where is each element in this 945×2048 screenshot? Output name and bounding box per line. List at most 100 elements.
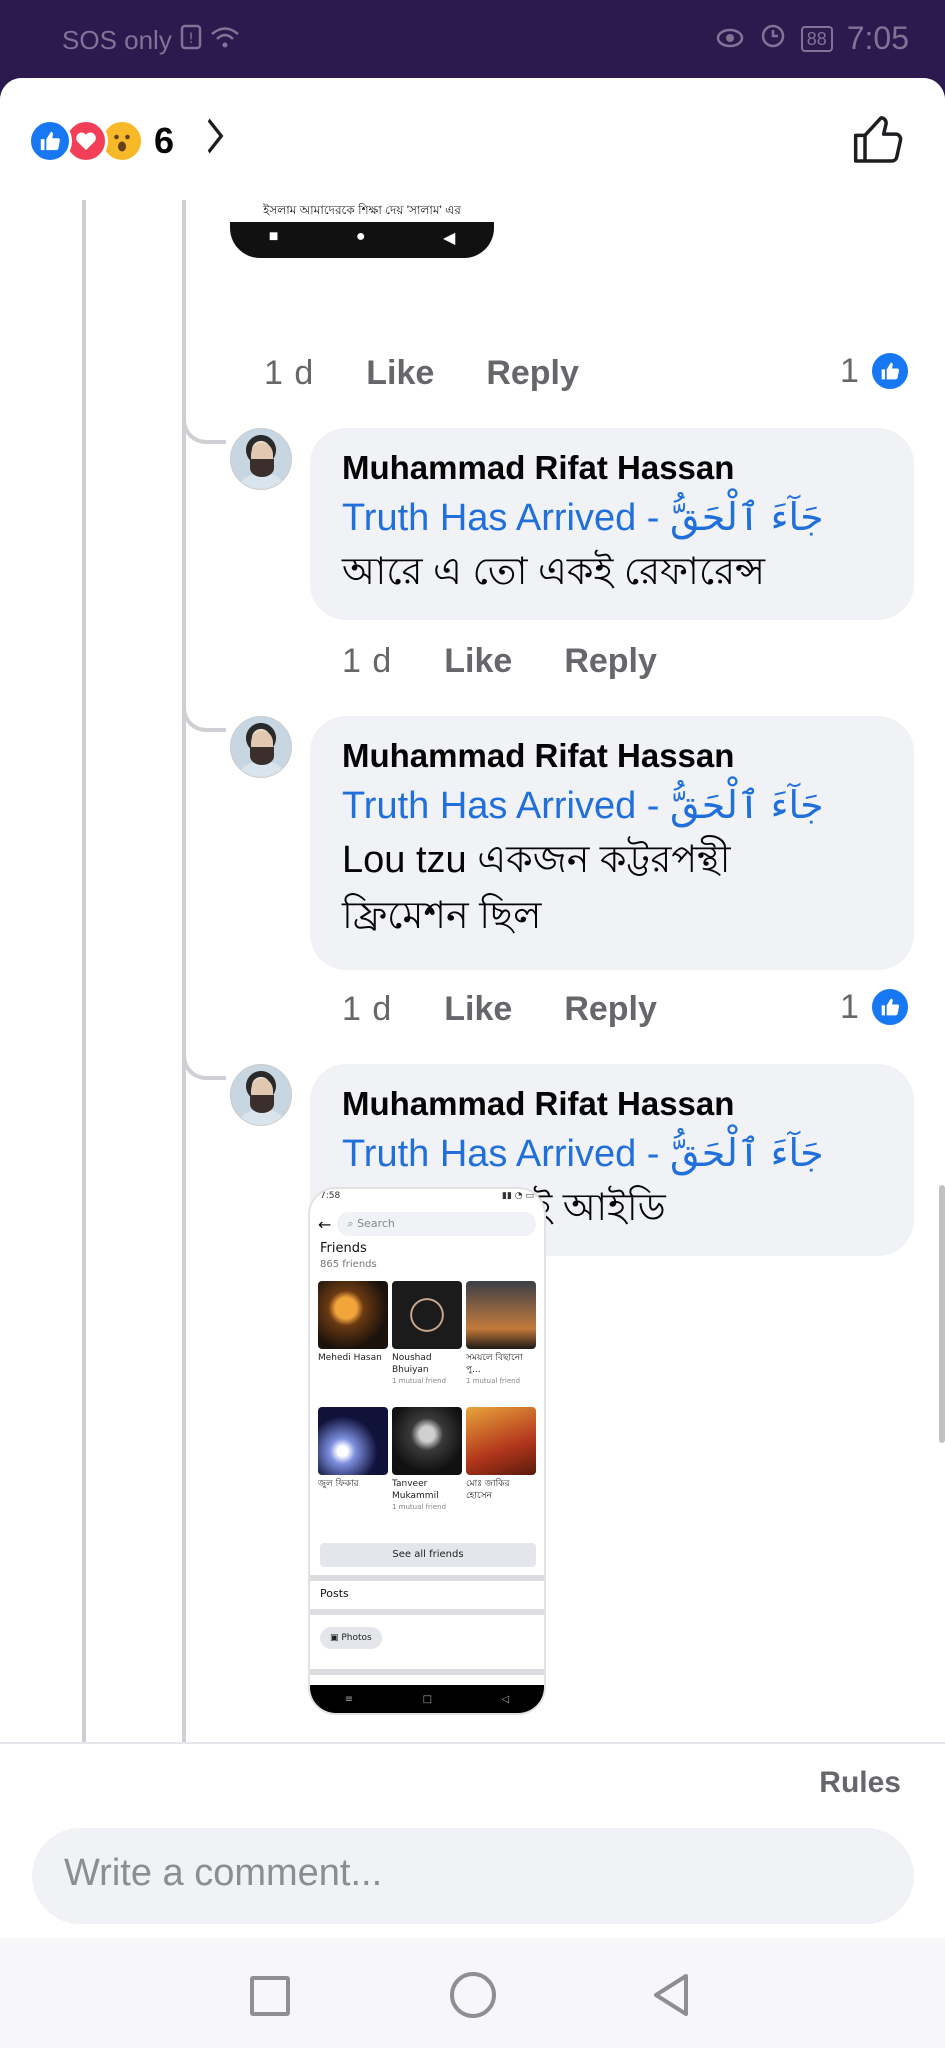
embedded-caption: ইসলাম আমাদেরকে শিক্ষা দেয় 'সালাম' এর bbox=[230, 200, 494, 222]
like-outline-icon[interactable] bbox=[851, 112, 907, 168]
reply-bubble[interactable]: Muhammad Rifat Hassan Truth Has Arrived … bbox=[310, 716, 914, 970]
reaction-count: 6 bbox=[154, 120, 175, 161]
comment-input[interactable]: Write a comment... bbox=[32, 1828, 914, 1924]
friends-count: 865 friends bbox=[320, 1259, 377, 1270]
status-bar: SOS only ! 88 7:05 bbox=[0, 0, 945, 80]
scrollbar[interactable] bbox=[939, 1185, 945, 1443]
like-count-text: 1 bbox=[840, 351, 859, 390]
photo-icon: ▣ bbox=[330, 1633, 342, 1643]
embedded-navbar: ■ ● ◀ bbox=[268, 228, 456, 247]
back-button[interactable] bbox=[650, 1972, 692, 2023]
like-badge-icon bbox=[868, 986, 911, 1028]
battery-icon: 88 bbox=[800, 25, 833, 52]
embedded-search-bar: ← ⌕ Search bbox=[318, 1211, 536, 1237]
friend-name: Noushad Bhuiyan bbox=[392, 1353, 432, 1375]
friend-name: জুল ফিকার bbox=[318, 1479, 359, 1489]
clock-text: 7:05 bbox=[846, 20, 909, 56]
friend-photo bbox=[466, 1407, 536, 1475]
posts-heading: Posts bbox=[320, 1587, 349, 1600]
friend-photo bbox=[318, 1407, 388, 1475]
comment-actions: 1 d Like Reply bbox=[342, 990, 709, 1029]
reactions-summary[interactable]: 6 bbox=[28, 116, 230, 166]
carrier-text: SOS only bbox=[62, 25, 172, 55]
author-tag-link[interactable]: Truth Has Arrived - جَآءَ ٱلْحَقُّ bbox=[342, 492, 882, 544]
home-button[interactable] bbox=[450, 1972, 496, 2018]
embedded-signal-icons: ▮▮ ◔ ▭ bbox=[502, 1191, 534, 1201]
embedded-friends-screenshot[interactable]: 7:58 ▮▮ ◔ ▭ ← ⌕ Search Friends 865 frien… bbox=[308, 1187, 546, 1715]
eye-icon bbox=[715, 20, 745, 57]
friends-title: Friends bbox=[320, 1241, 367, 1256]
comment-author[interactable]: Muhammad Rifat Hassan bbox=[342, 444, 882, 492]
reply-button[interactable]: Reply bbox=[486, 354, 579, 393]
comment-like-count[interactable]: 1 bbox=[840, 986, 911, 1028]
comment-actions: 1 d Like Reply bbox=[264, 354, 631, 393]
like-count-text: 1 bbox=[840, 987, 859, 1026]
photos-label: Photos bbox=[341, 1633, 372, 1643]
embedded-screenshot-image[interactable]: ইসলাম আমাদেরকে শিক্ষা দেয় 'সালাম' এর ■ ●… bbox=[230, 200, 494, 258]
like-badge-icon bbox=[868, 350, 911, 392]
status-left: SOS only ! bbox=[62, 24, 240, 57]
comment-time: 1 d bbox=[264, 354, 315, 392]
comment-time: 1 d bbox=[342, 990, 393, 1028]
friend-mutual: 1 mutual friend bbox=[466, 1377, 521, 1385]
author-tag-link[interactable]: Truth Has Arrived - جَآءَ ٱلْحَقُّ bbox=[342, 780, 882, 832]
avatar[interactable] bbox=[230, 428, 292, 490]
photos-chip: ▣ Photos bbox=[320, 1627, 382, 1649]
friend-name: Mehedi Hasan bbox=[318, 1353, 382, 1363]
reply-connector bbox=[182, 702, 226, 732]
comment-author[interactable]: Muhammad Rifat Hassan bbox=[342, 732, 882, 780]
wifi-icon bbox=[210, 25, 240, 56]
reply-button[interactable]: Reply bbox=[564, 990, 657, 1029]
friends-grid: Mehedi Hasan Noushad Bhuiyan 1 mutual fr… bbox=[318, 1281, 540, 1529]
avatar[interactable] bbox=[230, 1064, 292, 1126]
comment-author[interactable]: Muhammad Rifat Hassan bbox=[342, 1080, 882, 1128]
friend-photo bbox=[466, 1281, 536, 1349]
svg-text:!: ! bbox=[188, 31, 194, 47]
rules-link[interactable]: Rules bbox=[819, 1766, 901, 1800]
friend-card: Mehedi Hasan bbox=[318, 1281, 388, 1403]
section-divider bbox=[310, 1575, 544, 1581]
friend-mutual: 1 mutual friend bbox=[392, 1377, 447, 1385]
avatar[interactable] bbox=[230, 716, 292, 778]
reply-button[interactable]: Reply bbox=[564, 642, 657, 681]
embedded-status-bar: 7:58 ▮▮ ◔ ▭ bbox=[310, 1189, 544, 1205]
like-button[interactable]: Like bbox=[444, 642, 512, 681]
section-divider bbox=[310, 1669, 544, 1675]
friend-card: জুল ফিকার bbox=[318, 1407, 388, 1529]
recent-apps-button[interactable] bbox=[250, 1976, 290, 2016]
reply-connector bbox=[182, 414, 226, 444]
like-button[interactable]: Like bbox=[366, 354, 434, 393]
embedded-time: 7:58 bbox=[320, 1191, 341, 1201]
back-arrow-icon: ← bbox=[318, 1214, 332, 1234]
author-tag-link[interactable]: Truth Has Arrived - جَآءَ ٱلْحَقُّ bbox=[342, 1128, 882, 1180]
friend-card: Tanveer Mukammil 1 mutual friend bbox=[392, 1407, 462, 1529]
alarm-icon bbox=[759, 20, 787, 57]
friend-name: মোঃ জাকির হোসেন bbox=[466, 1479, 510, 1501]
comment-time: 1 d bbox=[342, 642, 393, 680]
like-button[interactable]: Like bbox=[444, 990, 512, 1029]
friend-mutual: 1 mutual friend bbox=[392, 1503, 447, 1511]
reply-bubble[interactable]: Muhammad Rifat Hassan Truth Has Arrived … bbox=[310, 428, 914, 620]
friend-card: মোঃ জাকির হোসেন bbox=[466, 1407, 536, 1529]
comment-text: আরে এ তো একই রেফারেন্স bbox=[342, 551, 766, 593]
chevron-right-icon[interactable] bbox=[205, 116, 226, 166]
status-right: 88 7:05 bbox=[715, 20, 909, 57]
comment-like-count[interactable]: 1 bbox=[840, 350, 911, 392]
like-reaction-icon bbox=[28, 119, 72, 163]
see-all-friends-button: See all friends bbox=[320, 1543, 536, 1567]
embedded-navbar: ≡ □ ◁ bbox=[310, 1685, 544, 1713]
system-navigation-bar bbox=[0, 1938, 945, 2048]
friend-card: Noushad Bhuiyan 1 mutual friend bbox=[392, 1281, 462, 1403]
friend-card: সময়লে বিছানো পু... 1 mutual friend bbox=[466, 1281, 536, 1403]
section-divider bbox=[310, 1609, 544, 1615]
thread-line-outer bbox=[82, 200, 86, 1820]
friend-name: Tanveer Mukammil bbox=[392, 1479, 439, 1501]
comment-text: Lou tzu একজন কট্টরপন্থী ফ্রিমেশন ছিল bbox=[342, 839, 731, 937]
comments-sheet: 6 ইসলাম আমাদেরকে শিক্ষা দেয় 'সালাম' এর … bbox=[0, 78, 945, 2048]
friend-photo bbox=[318, 1281, 388, 1349]
comment-actions: 1 d Like Reply bbox=[342, 642, 709, 681]
reply-connector bbox=[182, 1050, 226, 1080]
friend-name: সময়লে বিছানো পু... bbox=[466, 1353, 523, 1375]
embedded-search-input: ⌕ Search bbox=[337, 1212, 536, 1236]
search-placeholder: Search bbox=[357, 1217, 395, 1230]
